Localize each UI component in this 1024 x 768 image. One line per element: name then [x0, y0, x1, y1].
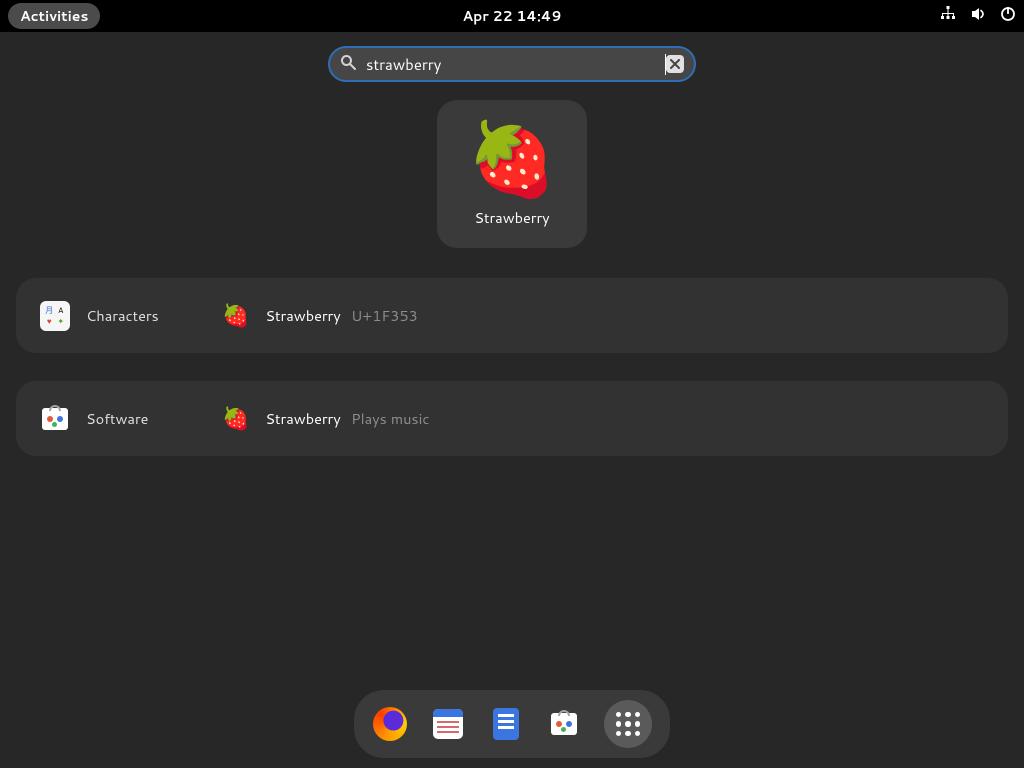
system-status-area[interactable]: [940, 6, 1016, 27]
strawberry-emoji-icon: 🍓: [222, 300, 249, 331]
calendar-icon: [433, 709, 463, 739]
dash-todo[interactable]: [488, 706, 524, 742]
todo-icon: [493, 708, 519, 740]
clock-label[interactable]: Apr 22 14:49: [463, 6, 562, 26]
provider-row-characters: 月A ♥✦ Characters 🍓 Strawberry U+1F353: [16, 278, 1008, 353]
strawberry-app-icon: 🍓: [222, 403, 249, 434]
dash-firefox[interactable]: [372, 706, 408, 742]
dash-software[interactable]: [546, 706, 582, 742]
result-subtitle: Plays music: [351, 408, 429, 429]
activities-button[interactable]: Activities: [8, 3, 100, 29]
volume-icon[interactable]: [970, 6, 986, 27]
show-apps-icon: [616, 712, 640, 736]
power-icon[interactable]: [1000, 6, 1016, 27]
dash-calendar[interactable]: [430, 706, 466, 742]
result-title: Strawberry: [265, 305, 340, 326]
dash: [354, 690, 670, 758]
character-result-item[interactable]: 🍓 Strawberry U+1F353: [222, 300, 418, 331]
search-icon: [340, 53, 356, 76]
provider-label: Characters: [86, 305, 206, 326]
characters-app-icon: 月A ♥✦: [40, 301, 70, 331]
search-bar[interactable]: [328, 46, 696, 82]
top-bar: Activities Apr 22 14:49: [0, 0, 1024, 32]
strawberry-icon: 🍓: [467, 121, 557, 193]
firefox-icon: [373, 707, 407, 741]
app-result-label: Strawberry: [474, 207, 549, 228]
software-app-icon: [40, 404, 70, 434]
provider-row-software: Software 🍓 Strawberry Plays music: [16, 381, 1008, 456]
provider-label: Software: [86, 408, 206, 429]
network-icon[interactable]: [940, 6, 956, 27]
search-providers: 月A ♥✦ Characters 🍓 Strawberry U+1F353 So…: [0, 278, 1024, 456]
software-icon: [549, 711, 579, 737]
result-subtitle: U+1F353: [351, 305, 418, 326]
clear-search-button[interactable]: [666, 55, 684, 73]
result-title: Strawberry: [265, 408, 340, 429]
dash-show-applications[interactable]: [604, 700, 652, 748]
app-result-strawberry[interactable]: 🍓 Strawberry: [437, 100, 587, 248]
search-input[interactable]: [356, 54, 666, 75]
software-result-item[interactable]: 🍓 Strawberry Plays music: [222, 403, 429, 434]
